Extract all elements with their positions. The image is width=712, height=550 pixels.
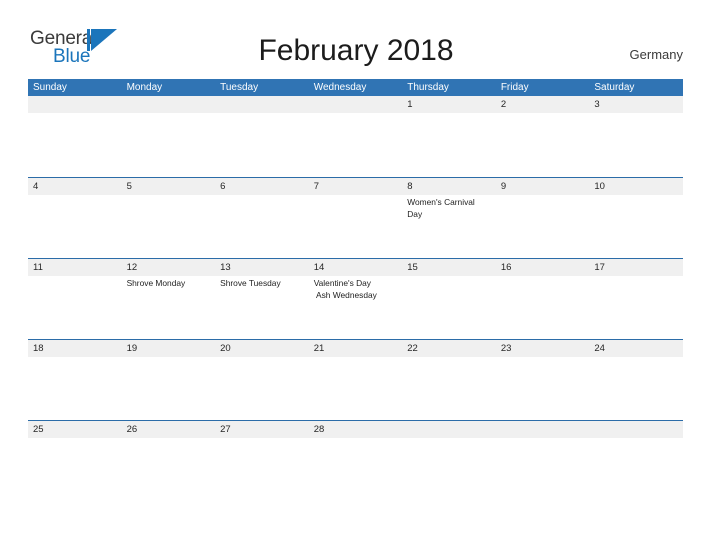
day-number[interactable]: 9 [496, 178, 590, 195]
day-events[interactable] [122, 357, 216, 419]
day-events[interactable] [122, 195, 216, 257]
day-number[interactable]: 25 [28, 421, 122, 438]
day-number[interactable]: 4 [28, 178, 122, 195]
day-number[interactable]: 24 [589, 340, 683, 357]
day-events[interactable] [402, 276, 496, 338]
day-number[interactable] [402, 421, 496, 438]
day-number[interactable]: 6 [215, 178, 309, 195]
day-number[interactable]: 1 [402, 96, 496, 113]
day-events[interactable] [402, 113, 496, 175]
day-events[interactable] [215, 113, 309, 175]
day-number[interactable]: 28 [309, 421, 403, 438]
day-number[interactable]: 26 [122, 421, 216, 438]
day-events[interactable] [28, 195, 122, 257]
week-event-band [28, 357, 683, 419]
day-number[interactable] [496, 421, 590, 438]
week-date-band: 11 12 13 14 15 16 17 [28, 259, 683, 276]
day-number[interactable]: 10 [589, 178, 683, 195]
weekday-wednesday: Wednesday [313, 82, 367, 93]
day-events[interactable] [496, 276, 590, 338]
day-number[interactable]: 3 [589, 96, 683, 113]
day-events[interactable] [496, 438, 590, 500]
day-events[interactable] [589, 357, 683, 419]
week-event-band [28, 113, 683, 175]
week-row: 25 26 27 28 [28, 420, 683, 501]
day-number[interactable]: 21 [309, 340, 403, 357]
day-events[interactable] [589, 195, 683, 257]
day-number[interactable] [28, 96, 122, 113]
day-events[interactable] [122, 438, 216, 500]
day-number[interactable]: 15 [402, 259, 496, 276]
day-events[interactable] [28, 113, 122, 175]
day-number[interactable]: 13 [215, 259, 309, 276]
week-row: 4 5 6 7 8 9 10 Women's Carnival Day [28, 177, 683, 258]
day-events[interactable] [309, 195, 403, 257]
day-events[interactable] [309, 438, 403, 500]
day-number[interactable]: 17 [589, 259, 683, 276]
day-events[interactable] [496, 113, 590, 175]
day-number[interactable]: 2 [496, 96, 590, 113]
week-event-band [28, 438, 683, 500]
day-number[interactable]: 14 [309, 259, 403, 276]
week-row: 18 19 20 21 22 23 24 [28, 339, 683, 420]
week-row: 1 2 3 [28, 96, 683, 177]
day-events[interactable] [28, 438, 122, 500]
day-number[interactable]: 18 [28, 340, 122, 357]
day-number[interactable] [215, 96, 309, 113]
weekday-tuesday: Tuesday [220, 82, 259, 93]
weekday-saturday: Saturday [594, 82, 635, 93]
week-date-band: 1 2 3 [28, 96, 683, 113]
day-events[interactable] [28, 276, 122, 338]
day-events[interactable] [309, 113, 403, 175]
day-events[interactable] [589, 113, 683, 175]
weekday-thursday: Thursday [407, 82, 449, 93]
day-number[interactable]: 7 [309, 178, 403, 195]
day-events[interactable] [122, 113, 216, 175]
day-events[interactable] [215, 438, 309, 500]
day-events[interactable] [496, 357, 590, 419]
week-date-band: 25 26 27 28 [28, 421, 683, 438]
day-number[interactable]: 12 [122, 259, 216, 276]
day-number[interactable]: 23 [496, 340, 590, 357]
day-events[interactable]: Women's Carnival Day [402, 195, 496, 257]
page-title: February 2018 [258, 34, 454, 67]
weekday-sunday: Sunday [33, 82, 67, 93]
day-number[interactable]: 22 [402, 340, 496, 357]
day-events[interactable] [402, 438, 496, 500]
day-events[interactable] [28, 357, 122, 419]
day-events[interactable] [402, 357, 496, 419]
weekday-monday: Monday [126, 82, 163, 93]
week-date-band: 18 19 20 21 22 23 24 [28, 340, 683, 357]
day-events[interactable] [589, 276, 683, 338]
day-events[interactable] [215, 195, 309, 257]
day-number[interactable]: 20 [215, 340, 309, 357]
day-number[interactable]: 8 [402, 178, 496, 195]
day-number[interactable]: 16 [496, 259, 590, 276]
day-number[interactable] [589, 421, 683, 438]
week-event-band: Women's Carnival Day [28, 195, 683, 257]
day-events[interactable] [309, 357, 403, 419]
day-events[interactable]: Shrove Monday [122, 276, 216, 338]
page-header: General Blue February 2018 Germany [0, 0, 712, 79]
day-events[interactable] [589, 438, 683, 500]
day-number[interactable]: 19 [122, 340, 216, 357]
day-events[interactable]: Shrove Tuesday [215, 276, 309, 338]
day-number[interactable] [309, 96, 403, 113]
day-number[interactable] [122, 96, 216, 113]
week-event-band: Shrove Monday Shrove Tuesday Valentine's… [28, 276, 683, 338]
weekday-header-row: Sunday Monday Tuesday Wednesday Thursday… [28, 79, 683, 96]
country-label: Germany [629, 47, 683, 62]
day-number[interactable]: 27 [215, 421, 309, 438]
day-events[interactable] [496, 195, 590, 257]
calendar-grid: Sunday Monday Tuesday Wednesday Thursday… [28, 79, 683, 501]
calendar-page: General Blue February 2018 Germany Sunda… [0, 0, 712, 550]
weekday-friday: Friday [500, 82, 529, 93]
day-events[interactable] [215, 357, 309, 419]
day-number[interactable]: 5 [122, 178, 216, 195]
week-date-band: 4 5 6 7 8 9 10 [28, 178, 683, 195]
day-events[interactable]: Valentine's Day Ash Wednesday [309, 276, 403, 338]
day-number[interactable]: 11 [28, 259, 122, 276]
week-row: 11 12 13 14 15 16 17 Shrove Monday Shrov… [28, 258, 683, 339]
